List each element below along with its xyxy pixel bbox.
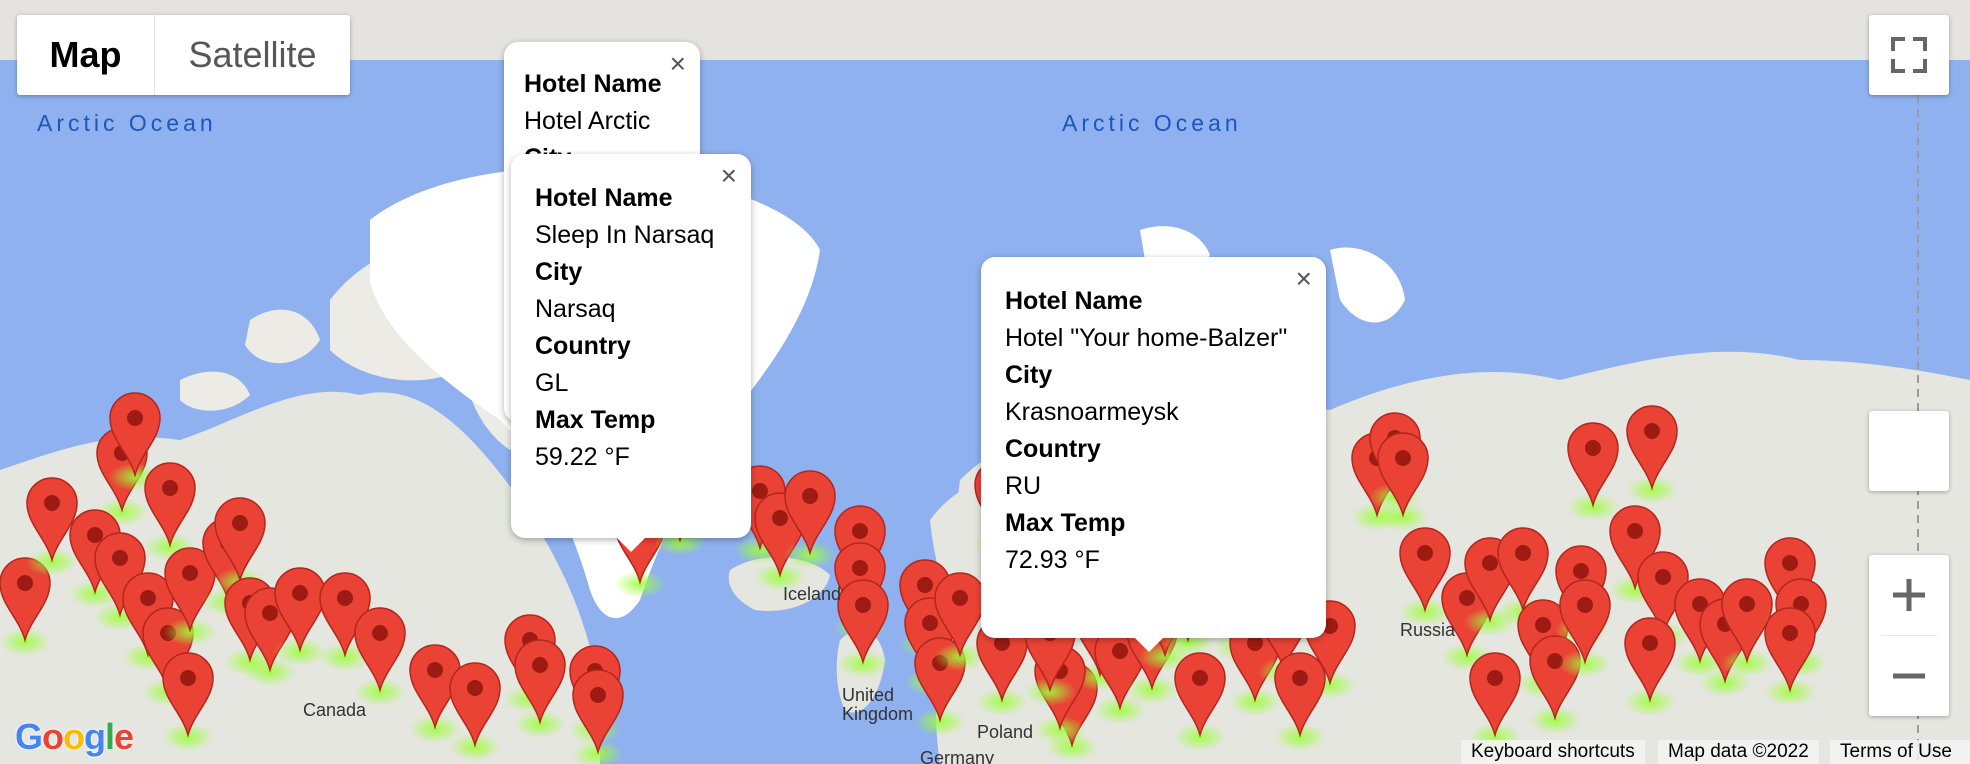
- map-marker-dot: [112, 550, 128, 566]
- pegman-icon: [1869, 411, 1949, 491]
- map-marker-dot: [1655, 569, 1671, 585]
- info-value: Sleep In Narsaq: [535, 221, 715, 249]
- info-window-tail: [615, 536, 647, 552]
- map-data-attribution: Map data ©2022: [1658, 740, 1819, 764]
- map-marker-dot: [1573, 563, 1589, 579]
- ocean-label: Arctic Ocean: [1062, 110, 1242, 136]
- info-value: 72.93 °F: [1005, 546, 1100, 574]
- map-marker-dot: [232, 515, 248, 531]
- land-label-uk: United Kingdom: [842, 685, 914, 724]
- close-icon[interactable]: ×: [1296, 265, 1312, 293]
- info-key: Country: [1005, 435, 1101, 463]
- map-marker-dot: [17, 575, 33, 591]
- land-label-canada: Canada: [303, 700, 367, 720]
- map-type-satellite-button[interactable]: Satellite: [155, 15, 350, 95]
- map-marker-dot: [44, 495, 60, 511]
- map-marker-dot: [1739, 596, 1755, 612]
- keyboard-shortcuts-link[interactable]: Keyboard shortcuts: [1461, 740, 1645, 764]
- map-marker-dot: [802, 488, 818, 504]
- info-value: Hotel Arctic: [524, 107, 651, 135]
- info-key: Hotel Name: [1005, 287, 1143, 315]
- info-value: RU: [1005, 472, 1042, 500]
- info-key: City: [1005, 361, 1053, 389]
- map-canvas[interactable]: Arctic Ocean Arctic Ocean Canada Iceland…: [0, 0, 1970, 764]
- fullscreen-button[interactable]: [1869, 15, 1949, 95]
- map-marker-dot: [590, 687, 606, 703]
- zoom-out-button[interactable]: [1869, 636, 1949, 716]
- map-marker-dot: [922, 615, 938, 631]
- map-marker-dot: [467, 680, 483, 696]
- close-icon[interactable]: ×: [721, 162, 737, 190]
- pegman-button[interactable]: [1869, 411, 1949, 491]
- info-key: Max Temp: [535, 406, 656, 434]
- info-key: Hotel Name: [524, 70, 662, 98]
- map-marker-dot: [1782, 625, 1798, 641]
- zoom-control: [1869, 555, 1949, 716]
- ocean-label: Arctic Ocean: [37, 110, 217, 136]
- info-window-tail: [1133, 636, 1165, 652]
- map-marker-dot: [852, 560, 868, 576]
- map-marker-dot: [772, 510, 788, 526]
- info-key: Max Temp: [1005, 509, 1126, 537]
- map-marker-dot: [1782, 555, 1798, 571]
- info-value: Krasnoarmeysk: [1005, 398, 1179, 426]
- google-logo[interactable]: Google: [15, 716, 134, 758]
- map-marker-dot: [427, 662, 443, 678]
- map-marker-dot: [1192, 670, 1208, 686]
- map-marker-dot: [1292, 670, 1308, 686]
- map-marker-dot: [180, 670, 196, 686]
- map-marker-dot: [87, 527, 103, 543]
- land-label-russia: Russia: [1400, 620, 1456, 640]
- terms-of-use-link[interactable]: Terms of Use: [1830, 740, 1970, 764]
- map-type-map-button[interactable]: Map: [17, 15, 155, 95]
- close-icon[interactable]: ×: [670, 50, 686, 78]
- map-marker-dot: [1417, 545, 1433, 561]
- info-window-krasnoarmeysk: × Hotel Name Hotel "Your home-Balzer" Ci…: [981, 257, 1326, 652]
- map-marker-dot: [855, 597, 871, 613]
- map-marker-dot: [1459, 590, 1475, 606]
- map-marker-dot: [752, 483, 768, 499]
- map-marker-dot: [952, 590, 968, 606]
- map-type-control: Map Satellite: [17, 15, 350, 95]
- land-label-iceland: Iceland: [783, 584, 842, 604]
- map-marker-dot: [917, 577, 933, 593]
- info-key: Country: [535, 332, 631, 360]
- map-marker-dot: [337, 590, 353, 606]
- land-label-germany: Germany: [920, 748, 995, 764]
- minus-icon: [1893, 673, 1925, 679]
- map-marker-dot: [1627, 523, 1643, 539]
- info-key: City: [535, 258, 583, 286]
- map-marker-dot: [852, 523, 868, 539]
- map-marker-dot: [182, 565, 198, 581]
- map-marker-dot: [140, 590, 156, 606]
- map-marker-dot: [1487, 670, 1503, 686]
- map-marker-dot: [1482, 555, 1498, 571]
- land-label-poland: Poland: [977, 722, 1034, 742]
- map-marker-dot: [1577, 597, 1593, 613]
- map-marker-dot: [127, 410, 143, 426]
- info-value: Narsaq: [535, 295, 616, 323]
- map-marker-dot: [372, 625, 388, 641]
- fullscreen-icon: [1891, 37, 1927, 73]
- map-marker-dot: [1644, 423, 1660, 439]
- map-marker-dot: [162, 480, 178, 496]
- map-marker-dot: [1585, 440, 1601, 456]
- info-value: Hotel "Your home-Balzer": [1005, 324, 1288, 352]
- info-key: Hotel Name: [535, 184, 673, 212]
- plus-icon: [1893, 579, 1925, 611]
- map-marker-dot: [1642, 635, 1658, 651]
- map-marker-dot: [1515, 545, 1531, 561]
- map-marker-dot: [1395, 450, 1411, 466]
- map-marker-dot: [532, 657, 548, 673]
- info-window-narsaq: × Hotel Name Sleep In Narsaq City Narsaq…: [511, 154, 751, 552]
- zoom-in-button[interactable]: [1869, 555, 1949, 635]
- map-marker-dot: [1535, 617, 1551, 633]
- map-marker-dot: [262, 605, 278, 621]
- info-value: 59.22 °F: [535, 443, 630, 471]
- map-marker-dot: [1112, 643, 1128, 659]
- map-marker-dot: [292, 585, 308, 601]
- info-value: GL: [535, 369, 569, 397]
